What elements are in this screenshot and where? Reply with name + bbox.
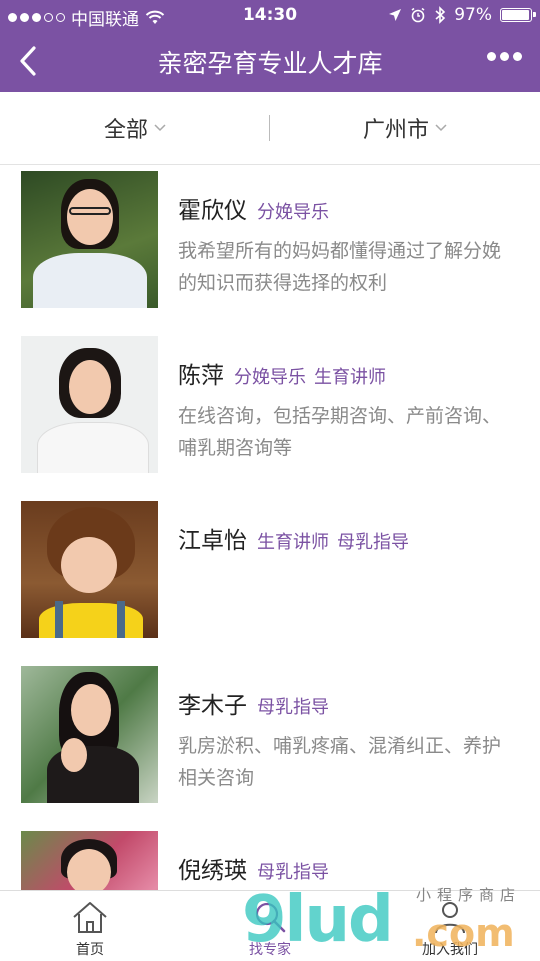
expert-info: 霍欣仪 分娩导乐 我希望所有的妈妈都懂得通过了解分娩的知识而获得选择的权利 <box>178 191 518 299</box>
search-expert-icon <box>255 902 286 933</box>
person-icon <box>435 902 465 934</box>
nav-bar: 亲密孕育专业人才库 <box>0 30 540 92</box>
tab-bar: 首页 找专家 加入我们 <box>0 890 540 961</box>
expert-name: 江卓怡 <box>178 528 247 554</box>
tab-home[interactable]: 首页 <box>0 891 180 961</box>
expert-tag: 分娩导乐 <box>257 202 329 223</box>
city-filter[interactable]: 广州市 <box>270 92 540 164</box>
expert-name: 霍欣仪 <box>178 198 247 224</box>
expert-description: 乳房淤积、哺乳疼痛、混淆纠正、养护相关咨询 <box>178 735 502 789</box>
status-bar: 中国联通 14:30 97% <box>0 0 540 30</box>
expert-tag: 分娩导乐 <box>234 367 306 388</box>
expert-item[interactable]: 李木子 母乳指导 乳房淤积、哺乳疼痛、混淆纠正、养护相关咨询 <box>0 660 540 825</box>
expert-info: 倪绣瑛 母乳指导 <box>178 851 518 885</box>
expert-tags: 分娩导乐 生育讲师 <box>234 363 386 389</box>
expert-photo <box>21 501 158 638</box>
expert-photo <box>21 666 158 803</box>
tab-find-expert[interactable]: 找专家 <box>180 891 360 961</box>
expert-tag: 生育讲师 <box>257 532 329 553</box>
tab-join-us-label: 加入我们 <box>422 942 478 958</box>
chevron-down-icon <box>154 124 166 132</box>
expert-tag: 生育讲师 <box>314 367 386 388</box>
expert-tag: 母乳指导 <box>257 697 329 718</box>
expert-tags: 母乳指导 <box>257 858 329 884</box>
expert-info: 李木子 母乳指导 乳房淤积、哺乳疼痛、混淆纠正、养护相关咨询 <box>178 686 518 794</box>
home-icon <box>73 902 107 933</box>
expert-list: 霍欣仪 分娩导乐 我希望所有的妈妈都懂得通过了解分娩的知识而获得选择的权利 陈萍… <box>0 165 540 890</box>
expert-tag: 母乳指导 <box>337 532 409 553</box>
location-arrow-icon <box>389 9 402 21</box>
expert-photo <box>21 171 158 308</box>
tab-find-expert-label: 找专家 <box>249 942 291 958</box>
more-menu-icon[interactable] <box>487 52 522 61</box>
tab-join-us[interactable]: 加入我们 <box>360 891 540 961</box>
expert-description: 我希望所有的妈妈都懂得通过了解分娩的知识而获得选择的权利 <box>178 240 502 294</box>
expert-info: 陈萍 分娩导乐 生育讲师 在线咨询，包括孕期咨询、产前咨询、哺乳期咨询等 <box>178 356 518 464</box>
category-filter-label: 全部 <box>103 118 148 143</box>
expert-tags: 母乳指导 <box>257 693 329 719</box>
battery-percent: 97% <box>454 5 492 25</box>
expert-tags: 分娩导乐 <box>257 198 329 224</box>
expert-photo <box>21 336 158 473</box>
bluetooth-icon <box>435 6 446 24</box>
city-filter-label: 广州市 <box>362 118 429 143</box>
expert-item[interactable]: 霍欣仪 分娩导乐 我希望所有的妈妈都懂得通过了解分娩的知识而获得选择的权利 <box>0 165 540 330</box>
expert-item[interactable]: 江卓怡 生育讲师 母乳指导 <box>0 495 540 660</box>
battery-fill <box>502 10 530 20</box>
expert-item[interactable]: 倪绣瑛 母乳指导 <box>0 825 540 890</box>
filter-bar: 全部 广州市 <box>0 92 540 165</box>
expert-photo <box>21 831 158 890</box>
expert-name: 倪绣瑛 <box>178 858 247 884</box>
expert-name: 陈萍 <box>178 363 224 389</box>
battery-icon <box>500 8 536 22</box>
tab-home-label: 首页 <box>76 942 104 958</box>
alarm-icon <box>411 7 425 23</box>
expert-info: 江卓怡 生育讲师 母乳指导 <box>178 521 518 565</box>
category-filter[interactable]: 全部 <box>0 92 270 164</box>
expert-item[interactable]: 陈萍 分娩导乐 生育讲师 在线咨询，包括孕期咨询、产前咨询、哺乳期咨询等 <box>0 330 540 495</box>
page-title: 亲密孕育专业人才库 <box>157 49 383 78</box>
status-right: 97% <box>388 5 536 25</box>
chevron-down-icon <box>435 124 447 132</box>
expert-tags: 生育讲师 母乳指导 <box>257 528 409 554</box>
expert-description: 在线咨询，包括孕期咨询、产前咨询、哺乳期咨询等 <box>178 405 502 459</box>
expert-name: 李木子 <box>178 693 247 719</box>
expert-tag: 母乳指导 <box>257 862 329 883</box>
